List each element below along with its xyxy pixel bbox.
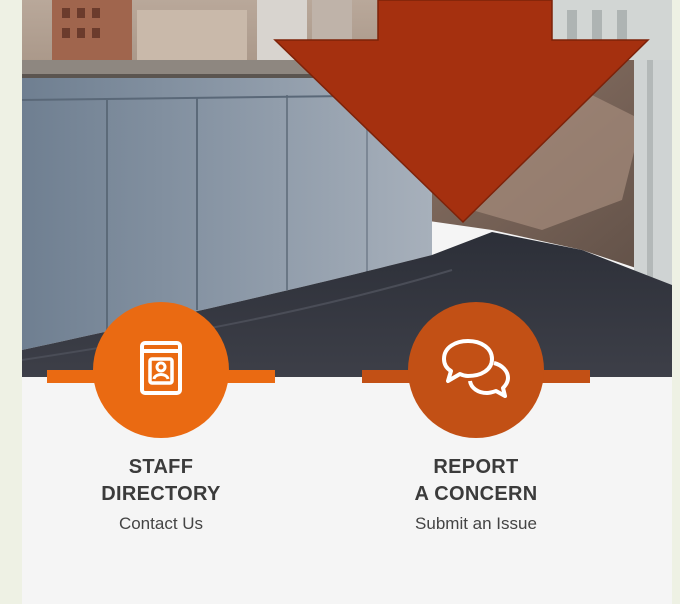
- staff-directory-link[interactable]: Contact Us: [47, 514, 275, 534]
- staff-directory-button[interactable]: [93, 302, 229, 438]
- report-concern-button[interactable]: [408, 302, 544, 438]
- report-concern-title[interactable]: REPORT A CONCERN: [362, 454, 590, 508]
- staff-directory-title[interactable]: STAFF DIRECTORY: [47, 454, 275, 508]
- chat-bubbles-icon: [436, 333, 516, 408]
- contact-book-icon: [130, 337, 192, 404]
- content-panel: STAFF DIRECTORY Contact Us REPORT A CONC…: [22, 0, 672, 604]
- report-concern-tile[interactable]: REPORT A CONCERN Submit an Issue: [362, 302, 590, 534]
- staff-directory-tile[interactable]: STAFF DIRECTORY Contact Us: [47, 302, 275, 534]
- report-concern-link[interactable]: Submit an Issue: [362, 514, 590, 534]
- page-background: STAFF DIRECTORY Contact Us REPORT A CONC…: [0, 0, 680, 604]
